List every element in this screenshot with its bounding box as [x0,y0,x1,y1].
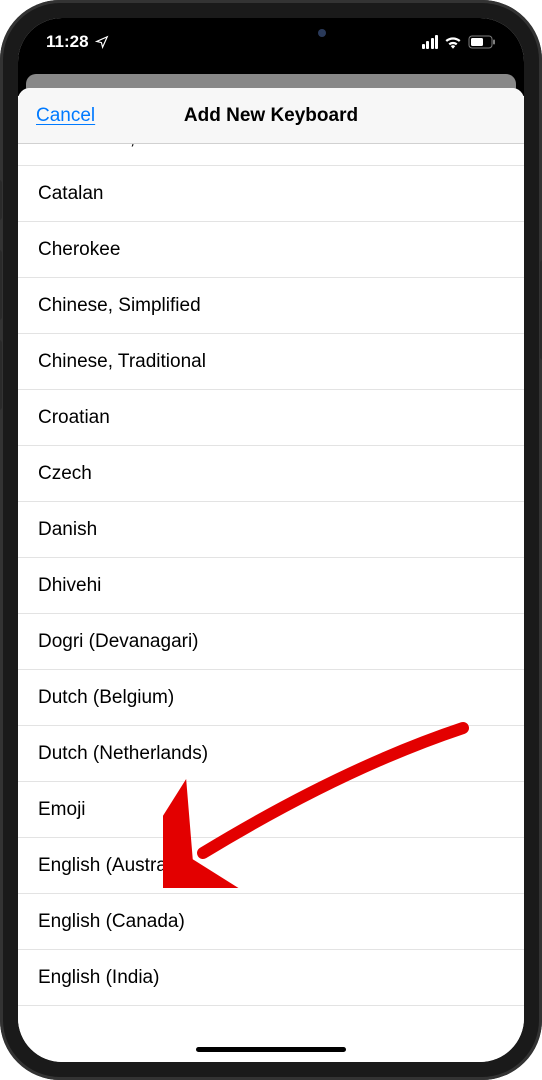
volume-up-button [0,250,2,320]
keyboard-label: Catalan [38,183,104,205]
status-right [422,35,497,49]
keyboard-label: Dutch (Belgium) [38,687,174,709]
keyboard-label: Dutch (Netherlands) [38,743,208,765]
list-item[interactable]: English (India) [18,950,524,1006]
keyboard-label: Dhivehi [38,575,101,597]
list-item[interactable]: Croatian [18,390,524,446]
list-item[interactable]: Dutch (Belgium) [18,670,524,726]
keyboard-label: Chinese, Simplified [38,295,201,317]
home-indicator[interactable] [196,1047,346,1052]
list-item[interactable]: Chinese, Traditional [18,334,524,390]
wifi-icon [444,35,462,49]
silence-switch [0,180,2,220]
list-item[interactable]: English (Australia) [18,838,524,894]
list-item[interactable]: Czech [18,446,524,502]
keyboard-label: Chinese, Traditional [38,351,206,373]
keyboard-label: English (India) [38,967,159,989]
cellular-icon [422,35,439,49]
keyboard-label: English (Canada) [38,911,185,933]
list-item[interactable]: Dogri (Devanagari) [18,614,524,670]
volume-down-button [0,340,2,410]
keyboard-label: Cherokee [38,239,120,261]
battery-icon [468,35,496,49]
keyboard-label: Dogri (Devanagari) [38,631,199,653]
list-item[interactable]: Danish [18,502,524,558]
phone-frame: 11:28 [0,0,542,1080]
keyboard-label: Danish [38,519,97,541]
cancel-button[interactable]: Cancel [36,105,95,127]
list-item[interactable]: Chinese, Simplified [18,278,524,334]
notch [166,18,376,48]
keyboard-label: Emoji [38,799,86,821]
location-icon [95,35,109,49]
keyboard-list[interactable]: Cantonese, Traditional Catalan Cherokee … [18,126,524,1062]
list-item[interactable]: Catalan [18,166,524,222]
keyboard-label: English (Australia) [38,855,192,877]
camera-dot [318,29,326,37]
list-item[interactable]: Dhivehi [18,558,524,614]
list-item[interactable]: English (Canada) [18,894,524,950]
keyboard-label: Croatian [38,407,110,429]
list-item[interactable]: Emoji [18,782,524,838]
status-time: 11:28 [46,32,89,52]
list-item[interactable]: Dutch (Netherlands) [18,726,524,782]
list-item[interactable]: Cherokee [18,222,524,278]
screen: 11:28 [18,18,524,1062]
status-left: 11:28 [46,32,109,52]
keyboard-label: Czech [38,463,92,485]
add-keyboard-modal: Cancel Add New Keyboard Cantonese, Tradi… [18,88,524,1062]
nav-bar: Cancel Add New Keyboard [18,88,524,144]
